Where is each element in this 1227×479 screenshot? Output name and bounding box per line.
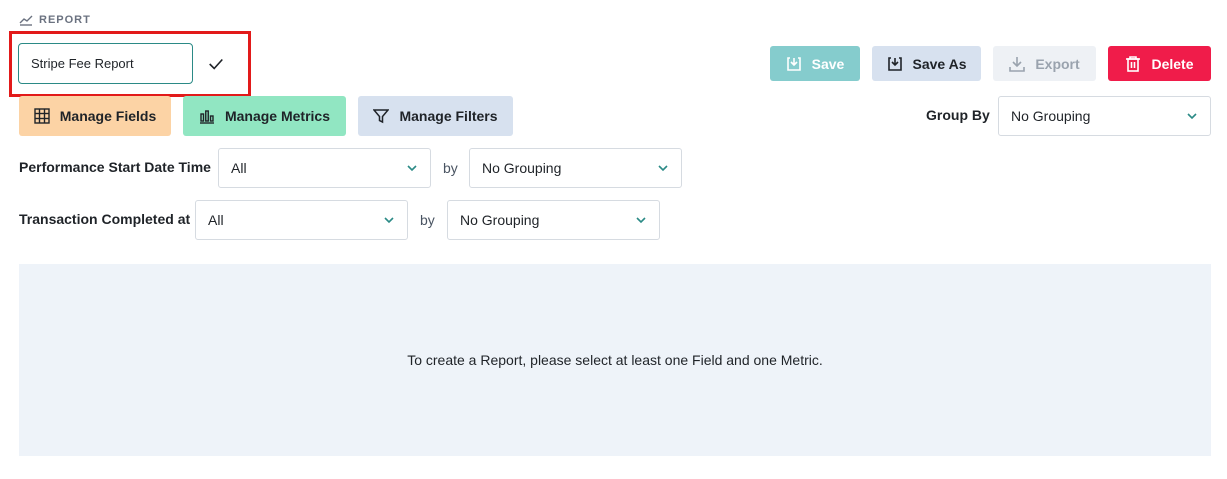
- manage-fields-button[interactable]: Manage Fields: [19, 96, 171, 136]
- transaction-completed-label: Transaction Completed at: [19, 211, 191, 227]
- delete-button[interactable]: Delete: [1108, 46, 1211, 81]
- manage-fields-label: Manage Fields: [59, 108, 157, 124]
- section-label: REPORT: [19, 14, 91, 26]
- performance-start-grouping-value: No Grouping: [482, 160, 562, 176]
- save-as-button[interactable]: Save As: [872, 46, 981, 81]
- by-label: by: [443, 160, 458, 176]
- report-name-input[interactable]: [18, 43, 193, 84]
- empty-state-message: To create a Report, please select at lea…: [407, 352, 823, 368]
- group-by-label: Group By: [926, 107, 990, 123]
- delete-label: Delete: [1151, 55, 1194, 72]
- save-icon: [786, 56, 801, 71]
- performance-start-range-select[interactable]: All: [218, 148, 431, 188]
- performance-start-label: Performance Start Date Time: [19, 159, 211, 175]
- save-button[interactable]: Save: [770, 46, 860, 81]
- chevron-down-icon: [1187, 113, 1197, 120]
- chevron-down-icon: [636, 217, 646, 224]
- chevron-down-icon: [384, 217, 394, 224]
- bar-chart-icon: [199, 110, 214, 124]
- checkmark-icon[interactable]: [206, 54, 226, 74]
- transaction-completed-grouping-select[interactable]: No Grouping: [447, 200, 660, 240]
- trash-icon: [1126, 55, 1141, 72]
- manage-filters-label: Manage Filters: [399, 108, 498, 124]
- group-by-value: No Grouping: [1011, 108, 1091, 124]
- transaction-completed-range-select[interactable]: All: [195, 200, 408, 240]
- table-grid-icon: [34, 108, 50, 124]
- manage-filters-button[interactable]: Manage Filters: [358, 96, 513, 136]
- trend-line-icon: [19, 15, 33, 26]
- transaction-completed-grouping-value: No Grouping: [460, 212, 540, 228]
- manage-metrics-button[interactable]: Manage Metrics: [183, 96, 346, 136]
- download-icon: [1009, 56, 1026, 72]
- export-label: Export: [1035, 55, 1080, 72]
- performance-start-grouping-select[interactable]: No Grouping: [469, 148, 682, 188]
- chevron-down-icon: [658, 165, 668, 172]
- save-as-icon: [887, 56, 902, 71]
- group-by-select[interactable]: No Grouping: [998, 96, 1211, 136]
- chevron-down-icon: [407, 165, 417, 172]
- section-label-text: REPORT: [39, 14, 91, 26]
- save-label: Save: [811, 55, 845, 72]
- transaction-completed-range-value: All: [208, 212, 224, 228]
- export-button[interactable]: Export: [993, 46, 1096, 81]
- save-as-label: Save As: [912, 55, 967, 72]
- filter-icon: [373, 109, 390, 124]
- by-label: by: [420, 212, 435, 228]
- report-empty-state: To create a Report, please select at lea…: [19, 264, 1211, 456]
- manage-metrics-label: Manage Metrics: [224, 108, 331, 124]
- performance-start-range-value: All: [231, 160, 247, 176]
